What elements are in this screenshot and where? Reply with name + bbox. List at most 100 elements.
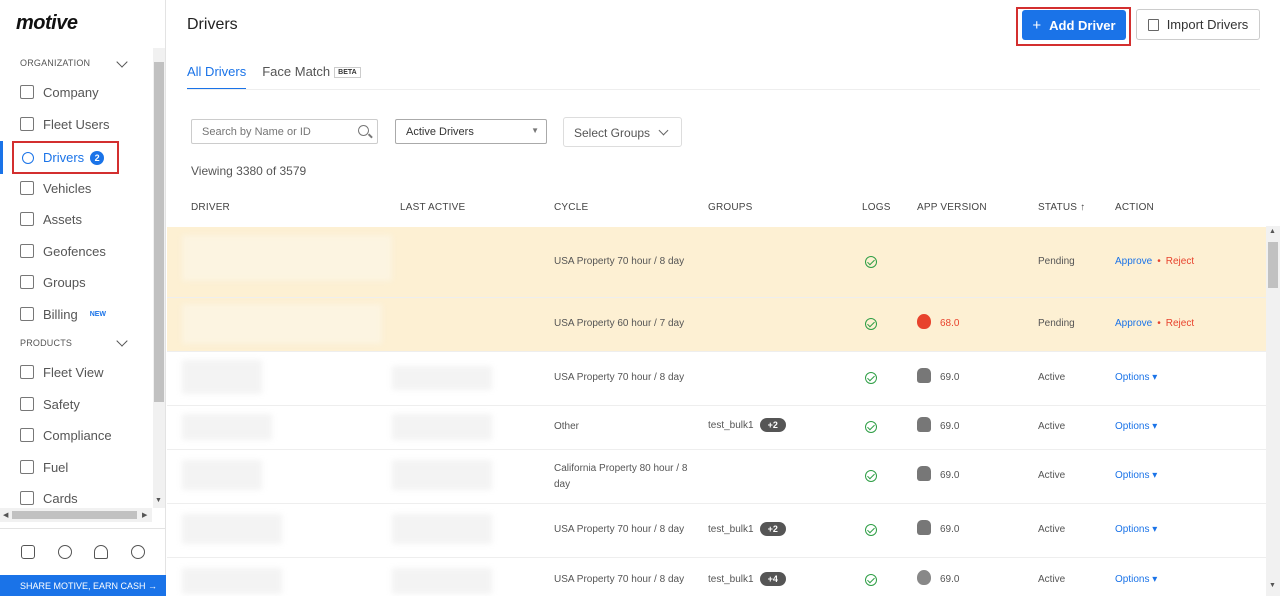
column-groups[interactable]: GROUPS: [708, 202, 753, 213]
sidebar-item-label: Groups: [43, 274, 86, 290]
device-icon[interactable]: [21, 544, 36, 559]
table-row[interactable]: USA Property 70 hour / 8 day Pending App…: [167, 227, 1266, 298]
scroll-left-arrow[interactable]: ◀: [3, 511, 8, 519]
scroll-up-arrow[interactable]: ▲: [1269, 228, 1276, 235]
sidebar-item-label: Fleet Users: [43, 116, 110, 132]
scroll-right-arrow[interactable]: ▶: [142, 511, 147, 519]
column-logs[interactable]: LOGS: [862, 202, 891, 213]
groups-select[interactable]: Select Groups: [563, 117, 682, 147]
sidebar-item-label: Drivers: [43, 150, 85, 165]
more-groups-pill[interactable]: +2: [759, 418, 786, 432]
options-dropdown[interactable]: Options ▾: [1115, 372, 1157, 383]
sidebar-item-fuel[interactable]: Fuel: [12, 453, 152, 481]
sidebar-item-safety[interactable]: Safety: [12, 390, 152, 418]
column-action[interactable]: ACTION: [1115, 202, 1154, 213]
status-cell: Pending: [1038, 318, 1075, 329]
approve-link[interactable]: Approve: [1115, 318, 1152, 329]
sidebar-item-geofences[interactable]: Geofences: [12, 237, 152, 265]
sidebar-item-label: Compliance: [43, 427, 112, 443]
import-icon: [1147, 18, 1159, 31]
table-row[interactable]: Other test_bulk1 +2 69.0 Active Options ▾: [167, 406, 1266, 450]
chevron-down-icon[interactable]: [116, 56, 128, 68]
sidebar-item-fleet-view[interactable]: Fleet View: [12, 358, 152, 386]
sidebar-item-drivers[interactable]: Drivers 2: [12, 141, 119, 174]
options-dropdown[interactable]: Options ▾: [1115, 470, 1157, 481]
options-dropdown[interactable]: Options ▾: [1115, 574, 1157, 585]
person-icon: [22, 151, 34, 164]
geofence-icon: [20, 244, 34, 258]
sidebar-item-company[interactable]: Company: [12, 78, 152, 106]
tab-face-match[interactable]: Face Match BETA: [262, 64, 361, 90]
sidebar-item-label: Fuel: [43, 459, 69, 475]
sidebar-item-label: Cards: [43, 490, 78, 506]
reject-link[interactable]: Reject: [1166, 256, 1194, 267]
group-name: test_bulk1: [708, 420, 754, 431]
compliance-icon: [20, 428, 34, 442]
app-version-cell: 69.0: [940, 372, 960, 383]
sidebar-item-billing[interactable]: Billing NEW: [12, 300, 152, 328]
more-groups-pill[interactable]: +4: [759, 572, 786, 586]
search-input[interactable]: [192, 120, 342, 143]
sidebar-vertical-scrollbar[interactable]: [153, 48, 165, 508]
app-version-cell: 69.0: [940, 421, 960, 432]
sidebar-item-fleet-users[interactable]: Fleet Users: [12, 110, 152, 138]
help-icon[interactable]: [57, 544, 72, 559]
add-driver-button[interactable]: + Add Driver: [1022, 10, 1126, 40]
column-status[interactable]: STATUS ↑: [1038, 202, 1085, 213]
column-app-version[interactable]: APP VERSION: [917, 202, 987, 213]
table-row[interactable]: USA Property 60 hour / 7 day 68.0 Pendin…: [167, 298, 1266, 352]
options-dropdown[interactable]: Options ▾: [1115, 524, 1157, 535]
column-last-active[interactable]: LAST ACTIVE: [400, 202, 465, 213]
action-cell: Approve • Reject: [1115, 318, 1194, 329]
organization-heading[interactable]: ORGANIZATION: [20, 58, 90, 68]
apple-icon: [917, 314, 931, 329]
app-version-cell: 68.0: [940, 318, 960, 329]
sidebar-item-label: Billing: [43, 306, 78, 322]
chevron-down-icon[interactable]: [116, 335, 128, 347]
status-select[interactable]: Active Drivers ▼: [395, 119, 547, 144]
scroll-down-arrow[interactable]: ▼: [1269, 582, 1276, 589]
account-icon[interactable]: [130, 544, 145, 559]
logs-check-icon: [865, 574, 877, 586]
approve-link[interactable]: Approve: [1115, 256, 1152, 267]
separator-dot: •: [1157, 318, 1161, 329]
sidebar-item-compliance[interactable]: Compliance: [12, 421, 152, 449]
import-drivers-button[interactable]: Import Drivers: [1136, 9, 1260, 40]
status-cell: Active: [1038, 470, 1066, 481]
column-driver[interactable]: DRIVER: [191, 202, 230, 213]
sidebar-item-label: Geofences: [43, 243, 106, 259]
scroll-down-arrow[interactable]: ▼: [155, 497, 162, 504]
tab-all-drivers[interactable]: All Drivers: [187, 64, 247, 90]
scrollbar-thumb[interactable]: [1268, 242, 1278, 288]
scrollbar-thumb[interactable]: [154, 62, 164, 402]
scrollbar-thumb[interactable]: [12, 511, 137, 519]
motive-logo[interactable]: motive: [16, 12, 78, 35]
drivers-count-badge: 2: [90, 150, 105, 165]
products-heading[interactable]: PRODUCTS: [20, 338, 72, 348]
import-drivers-label: Import Drivers: [1166, 17, 1249, 32]
table-row[interactable]: USA Property 70 hour / 8 day 69.0 Active…: [167, 352, 1266, 406]
table-row[interactable]: California Property 80 hour / 8 day 69.0…: [167, 450, 1266, 504]
column-cycle[interactable]: CYCLE: [554, 202, 588, 213]
android-icon: [917, 466, 931, 481]
sidebar-footer: [0, 528, 166, 574]
sidebar-horizontal-scrollbar[interactable]: [0, 508, 152, 522]
more-groups-pill[interactable]: +2: [759, 522, 786, 536]
share-motive-promo[interactable]: SHARE MOTIVE, EARN CASH →: [0, 575, 166, 596]
table-row[interactable]: USA Property 70 hour / 8 day test_bulk1 +…: [167, 504, 1266, 558]
sidebar-item-vehicles[interactable]: Vehicles: [12, 174, 152, 202]
main-vertical-scrollbar[interactable]: ▲ ▼: [1266, 226, 1280, 596]
android-icon: [917, 417, 931, 432]
sidebar-item-label: Vehicles: [43, 180, 92, 196]
logs-check-icon: [865, 318, 877, 330]
bell-icon[interactable]: [94, 544, 109, 559]
table-row[interactable]: USA Property 70 hour / 8 day test_bulk1 +…: [167, 558, 1266, 596]
chevron-down-icon: [658, 125, 669, 136]
options-dropdown[interactable]: Options ▾: [1115, 421, 1157, 432]
sidebar-item-groups[interactable]: Groups: [12, 268, 152, 296]
groups-icon: [20, 275, 34, 289]
reject-link[interactable]: Reject: [1166, 318, 1194, 329]
search-icon[interactable]: [358, 125, 369, 136]
driver-name-redacted: [182, 514, 282, 544]
search-field[interactable]: [191, 119, 378, 144]
